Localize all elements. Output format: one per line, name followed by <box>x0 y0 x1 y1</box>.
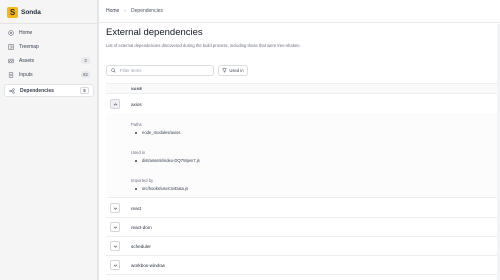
dependency-name: workbox-window <box>131 262 165 268</box>
list-item: dist/assets/index-DQ7Wjwn7.js <box>135 158 200 163</box>
chevron-up-icon <box>113 102 117 105</box>
list-item: node_modules/axios <box>135 130 180 135</box>
app-name: Sonda <box>21 8 41 16</box>
bullet-icon <box>135 159 137 162</box>
chevron-down-icon <box>113 226 117 229</box>
dependency-name: react <box>131 205 142 211</box>
used-in-label: Used in <box>131 150 146 155</box>
sidebar-item-home[interactable]: Home <box>4 26 94 39</box>
table-row[interactable]: scheduler <box>106 237 500 256</box>
search-box[interactable] <box>106 65 214 76</box>
imported-by-label: Imported by <box>131 178 154 183</box>
collapse-button[interactable] <box>110 99 120 109</box>
sidebar-item-inputs[interactable]: Inputs 82 <box>4 68 94 81</box>
breadcrumb: Home › Dependencies <box>99 0 500 23</box>
used-in-value: dist/assets/index-DQ7Wjwn7.js <box>142 158 200 163</box>
count-badge: 3 <box>81 57 90 64</box>
table-row[interactable]: react-dom <box>106 218 500 237</box>
search-icon <box>111 68 116 73</box>
sidebar-item-label: Dependencies <box>20 87 54 94</box>
dependency-name: react-dom <box>131 224 152 230</box>
chevron-down-icon <box>113 207 117 210</box>
expand-button[interactable] <box>110 203 120 213</box>
divider <box>0 23 98 24</box>
bullet-icon <box>135 131 137 134</box>
table-header: NAME <box>106 83 500 94</box>
page-title: External dependencies <box>106 27 203 38</box>
imported-by-value: src/hooks/useCsvData.js <box>142 186 189 191</box>
sidebar-item-dependencies[interactable]: Dependencies 5 <box>4 84 94 97</box>
chevron-down-icon <box>113 245 117 248</box>
logo-icon: S <box>7 6 18 18</box>
expand-button[interactable] <box>110 260 120 270</box>
app: S Sonda Home Treemap Assets 3 Inputs 82 … <box>0 0 500 280</box>
sidebar-item-treemap[interactable]: Treemap <box>4 40 94 53</box>
sidebar-item-label: Home <box>19 29 33 36</box>
expand-button[interactable] <box>110 222 120 232</box>
filter-label: Used in <box>229 68 244 73</box>
dependency-name: axios <box>131 101 142 107</box>
page-description: List of external dependencies discovered… <box>106 43 301 48</box>
sidebar-item-label: Assets <box>19 57 35 64</box>
main-content: Home › Dependencies External dependencie… <box>98 0 500 280</box>
breadcrumb-home[interactable]: Home <box>106 8 119 14</box>
expand-button[interactable] <box>110 241 120 251</box>
count-badge: 82 <box>81 71 90 78</box>
sidebar-item-assets[interactable]: Assets 3 <box>4 54 94 67</box>
dependency-details: Paths node_modules/axios Used in dist/as… <box>106 113 500 198</box>
sidebar: S Sonda Home Treemap Assets 3 Inputs 82 … <box>0 0 98 280</box>
used-in-filter-button[interactable]: Used in <box>218 65 248 76</box>
column-header-name: NAME <box>131 86 143 91</box>
assets-icon <box>8 58 14 64</box>
table-row[interactable]: axios <box>106 95 500 114</box>
treemap-icon <box>8 43 14 50</box>
search-input[interactable] <box>120 68 210 73</box>
path-value: node_modules/axios <box>142 130 181 135</box>
chevron-right-icon: › <box>124 8 127 14</box>
share-icon <box>9 87 15 94</box>
paths-label: Paths <box>131 122 142 127</box>
bullet-icon <box>135 187 137 190</box>
chevron-down-icon <box>113 264 117 267</box>
table-row[interactable]: react <box>106 199 500 218</box>
count-badge: 5 <box>80 87 89 94</box>
dependency-name: scheduler <box>131 243 151 249</box>
table-row[interactable]: workbox-window <box>106 256 500 275</box>
brand[interactable]: S Sonda <box>7 6 41 18</box>
inputs-icon <box>8 71 14 78</box>
filter-icon <box>222 68 228 73</box>
home-icon <box>8 29 14 36</box>
breadcrumb-current: Dependencies <box>131 8 163 14</box>
sidebar-item-label: Inputs <box>19 71 33 78</box>
sidebar-item-label: Treemap <box>19 43 39 50</box>
list-item: src/hooks/useCsvData.js <box>135 186 188 191</box>
